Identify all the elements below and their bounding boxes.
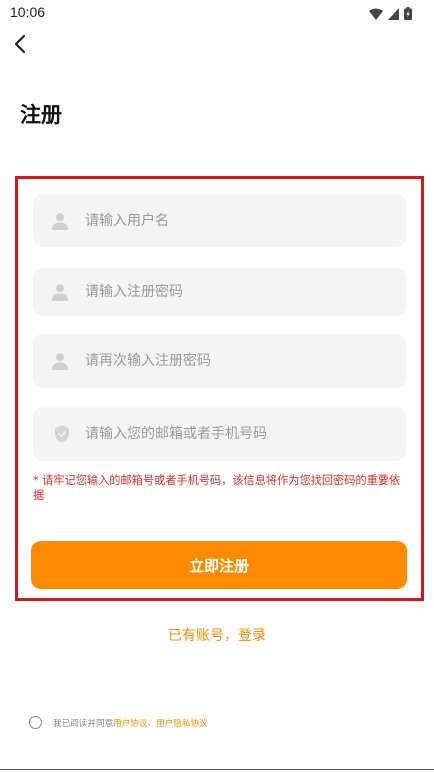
user-icon bbox=[50, 282, 70, 302]
user-icon bbox=[50, 351, 70, 371]
login-link[interactable]: 已有账号，登录 bbox=[0, 625, 434, 645]
user-icon bbox=[50, 211, 70, 231]
wifi-icon bbox=[369, 5, 383, 24]
signal-icon bbox=[388, 5, 399, 24]
shield-icon bbox=[52, 424, 72, 444]
status-bar: 10:06 bbox=[0, 0, 434, 26]
bottom-divider bbox=[0, 769, 434, 770]
password-confirm-field bbox=[33, 334, 406, 388]
contact-field bbox=[33, 407, 406, 461]
register-button[interactable]: 立即注册 bbox=[31, 541, 407, 589]
agreement-row: 我已阅读并同意 用户协议、用户隐私协议 bbox=[29, 716, 208, 729]
hint-text: * 请牢记您输入的邮箱号或者手机号码，该信息将作为您找回密码的重要依据 bbox=[33, 474, 401, 502]
back-button[interactable] bbox=[8, 34, 32, 58]
agreement-links[interactable]: 用户协议、用户隐私协议 bbox=[113, 717, 208, 729]
status-icons bbox=[369, 5, 412, 24]
registration-form: * 请牢记您输入的邮箱号或者手机号码，该信息将作为您找回密码的重要依据 立即注册 bbox=[15, 176, 424, 601]
page-title: 注册 bbox=[20, 103, 62, 127]
contact-input[interactable] bbox=[85, 407, 394, 461]
battery-icon bbox=[404, 5, 412, 24]
status-time: 10:06 bbox=[10, 4, 46, 20]
agreement-prefix: 我已阅读并同意 bbox=[53, 718, 114, 729]
password-confirm-input[interactable] bbox=[85, 334, 394, 388]
password-input[interactable] bbox=[85, 268, 394, 316]
password-field bbox=[33, 268, 406, 316]
username-field bbox=[33, 194, 406, 247]
agree-radio[interactable] bbox=[29, 716, 42, 729]
chevron-left-icon bbox=[13, 34, 27, 58]
username-input[interactable] bbox=[85, 194, 394, 247]
